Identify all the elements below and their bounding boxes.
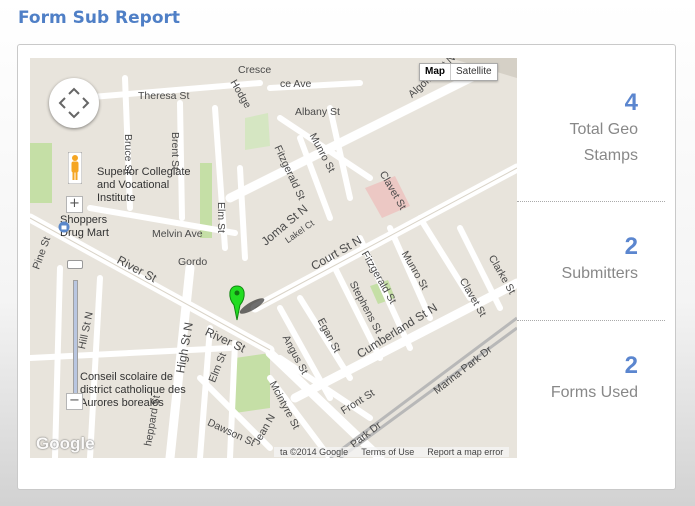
stat-label: Stamps bbox=[583, 147, 638, 164]
stat-total-geo-stamps: 4 Total Geo Stamps bbox=[530, 89, 638, 169]
stat-label: Total Geo bbox=[569, 121, 638, 138]
street-label: Brent St bbox=[169, 132, 181, 170]
street-label: Gordo bbox=[178, 256, 208, 268]
street-label: Albany St bbox=[295, 106, 340, 118]
stat-value: 4 bbox=[624, 89, 638, 116]
shopping-icon bbox=[58, 221, 70, 233]
terms-of-use-link[interactable]: Terms of Use bbox=[361, 447, 414, 457]
street-label: ce Ave bbox=[280, 78, 312, 90]
google-logo[interactable]: Google bbox=[36, 434, 95, 454]
street-label: Cresce bbox=[238, 64, 272, 76]
map-data-credit: ta ©2014 Google bbox=[280, 447, 349, 457]
zoom-out-button[interactable]: − bbox=[66, 393, 83, 410]
map-type-map-button[interactable]: Map bbox=[420, 64, 451, 80]
poi-label: Shoppers Drug Mart bbox=[60, 214, 130, 240]
map-type-control: Map Satellite bbox=[419, 63, 498, 81]
pan-arrows-icon bbox=[58, 87, 90, 119]
poi-name: Conseil scolaire de district catholique … bbox=[80, 371, 186, 409]
page-title: Form Sub Report bbox=[18, 8, 181, 28]
map-view[interactable]: Cresce ce Ave Hodge Theresa St Albany St… bbox=[30, 58, 517, 458]
stat-value: 2 bbox=[624, 233, 638, 260]
stat-divider bbox=[517, 320, 665, 321]
report-map-error-link[interactable]: Report a map error bbox=[427, 447, 503, 457]
pan-control[interactable] bbox=[49, 78, 99, 128]
map-attribution: ta ©2014 Google Terms of Use Report a ma… bbox=[274, 447, 510, 457]
street-label: Elm St bbox=[215, 202, 227, 233]
zoom-in-button[interactable]: + bbox=[66, 196, 83, 213]
poi-label: Conseil scolaire de district catholique … bbox=[80, 371, 190, 410]
zoom-slider-track[interactable] bbox=[73, 280, 78, 394]
map-type-satellite-button[interactable]: Satellite bbox=[451, 64, 497, 80]
poi-name: Superior Collegiate and Vocational Insti… bbox=[97, 166, 191, 204]
stat-submitters: 2 Submitters bbox=[530, 233, 638, 287]
stat-forms-used: 2 Forms Used bbox=[530, 352, 638, 406]
pegman-icon[interactable] bbox=[68, 152, 82, 184]
street-label: Theresa St bbox=[138, 90, 190, 102]
stat-label: Forms Used bbox=[550, 384, 638, 401]
poi-label: Superior Collegiate and Vocational Insti… bbox=[97, 166, 197, 205]
stat-label: Submitters bbox=[561, 265, 638, 282]
poi-name: Shoppers Drug Mart bbox=[60, 214, 109, 239]
stat-value: 2 bbox=[624, 352, 638, 379]
zoom-slider-handle[interactable] bbox=[67, 260, 83, 269]
street-label: Melvin Ave bbox=[152, 228, 203, 240]
stat-divider bbox=[517, 201, 665, 202]
